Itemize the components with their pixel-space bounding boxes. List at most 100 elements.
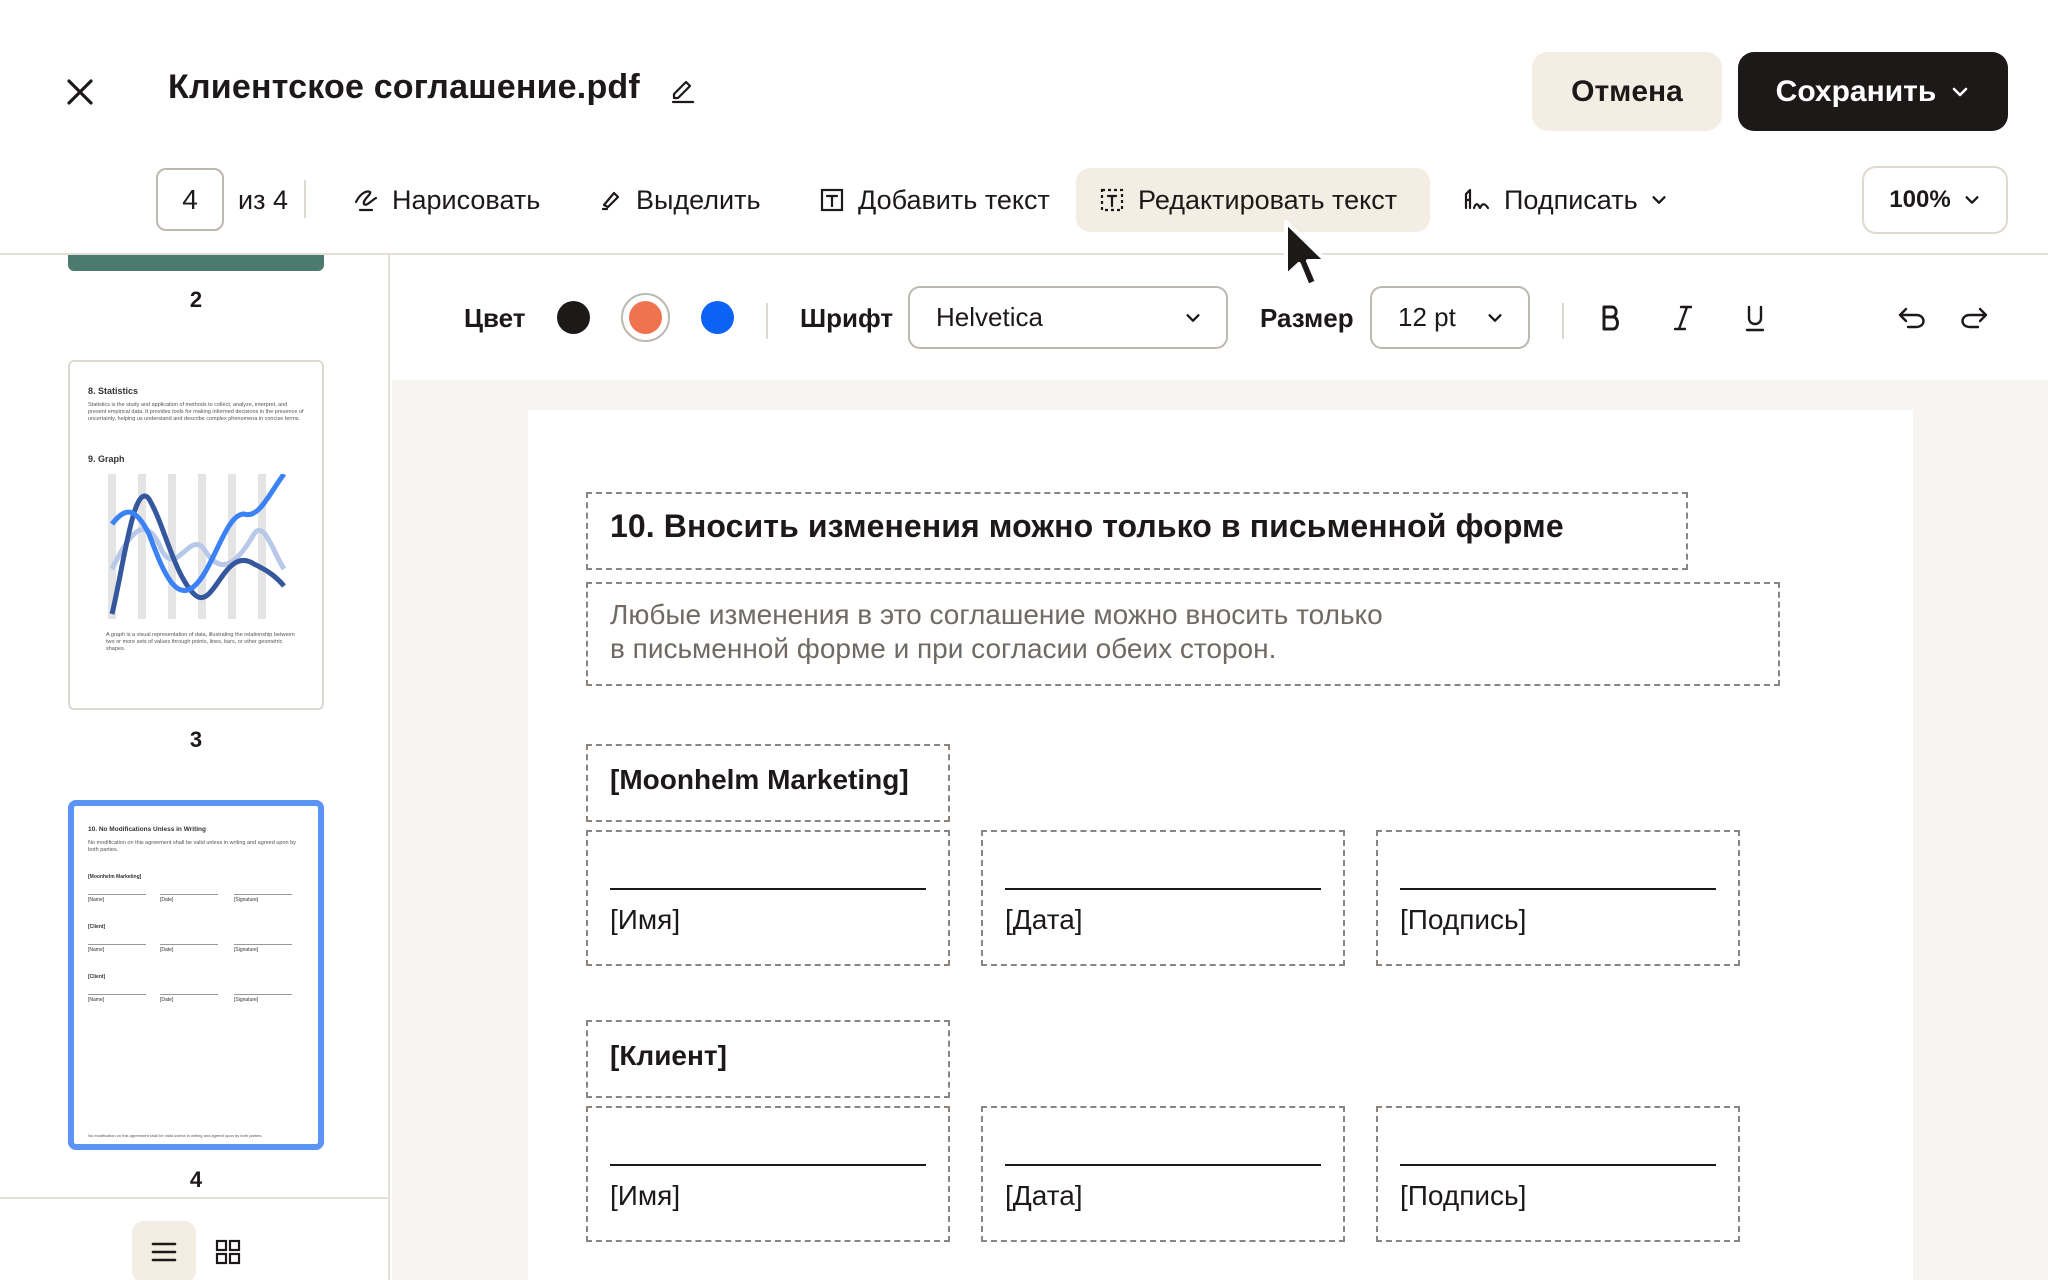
party-name-text-box[interactable]: [Moonhelm Marketing] bbox=[586, 744, 950, 822]
font-select[interactable]: Helvetica bbox=[908, 286, 1228, 349]
date-field-box[interactable]: [Дата] bbox=[981, 830, 1345, 966]
font-size-value: 12 pt bbox=[1398, 302, 1456, 332]
date-field-box[interactable]: [Дата] bbox=[981, 1106, 1345, 1242]
thumbnail-party: [Client] bbox=[88, 974, 106, 980]
thumbnail-line bbox=[88, 894, 146, 895]
date-label: [Дата] bbox=[1005, 904, 1083, 935]
thumbnail-line bbox=[160, 994, 218, 995]
page-thumbnail-3[interactable]: 8. Statistics Statistics is the study an… bbox=[68, 360, 324, 710]
sign-tool-label: Подписать bbox=[1504, 184, 1638, 215]
text-format-bar: Цвет Шрифт Helvetica Размер 12 pt bbox=[392, 255, 2048, 380]
redo-button[interactable] bbox=[1951, 295, 1997, 341]
close-button[interactable] bbox=[58, 70, 102, 114]
size-label: Размер bbox=[1260, 303, 1354, 333]
color-swatch-blue[interactable] bbox=[701, 301, 734, 334]
undo-icon bbox=[1898, 307, 1925, 329]
thumbnail-line bbox=[88, 944, 146, 945]
thumbnail-label: [Signature] bbox=[234, 897, 259, 903]
cancel-button[interactable]: Отмена bbox=[1532, 52, 1722, 131]
save-button[interactable]: Сохранить bbox=[1738, 52, 2008, 131]
zoom-select[interactable]: 100% bbox=[1862, 166, 2008, 234]
grid-view-button[interactable] bbox=[196, 1221, 260, 1280]
close-icon bbox=[67, 79, 93, 105]
body-line: Любые изменения в это соглашение можно в… bbox=[610, 599, 1383, 630]
signature-icon bbox=[1464, 188, 1490, 210]
heading-text-box[interactable]: 10. Вносить изменения можно только в пис… bbox=[586, 492, 1688, 570]
format-bar-divider bbox=[766, 303, 768, 339]
thumbnail-text: A graph is a visual representation of da… bbox=[106, 632, 295, 652]
signature-line bbox=[1005, 888, 1321, 890]
thumbnail-label: [Name] bbox=[88, 947, 105, 953]
draw-icon bbox=[354, 190, 378, 212]
font-select-value: Helvetica bbox=[936, 302, 1043, 332]
highlight-tool[interactable]: Выделить bbox=[576, 168, 783, 232]
signature-line bbox=[1400, 888, 1716, 890]
add-text-icon bbox=[820, 188, 844, 212]
thumbnail-graph-illustration bbox=[108, 474, 287, 619]
chevron-down-icon bbox=[1965, 196, 1979, 204]
page-thumbnail-2[interactable] bbox=[68, 255, 324, 271]
thumbnail-line bbox=[160, 944, 218, 945]
add-text-tool-label: Добавить текст bbox=[858, 184, 1050, 215]
edit-text-tool[interactable]: Редактировать текст bbox=[1076, 168, 1430, 232]
thumbnail-label: [Name] bbox=[88, 897, 105, 903]
document-title: Клиентское соглашение.pdf bbox=[168, 68, 640, 106]
underline-button[interactable] bbox=[1732, 295, 1778, 341]
color-swatch-black[interactable] bbox=[557, 301, 590, 334]
header: Клиентское соглашение.pdf Отмена Сохрани… bbox=[0, 0, 2048, 234]
undo-button[interactable] bbox=[1889, 295, 1935, 341]
bold-icon bbox=[1602, 305, 1619, 331]
thumbnail-text: No modification on this agreement shall … bbox=[88, 840, 296, 853]
section-heading: 10. Вносить изменения можно только в пис… bbox=[610, 508, 1564, 544]
italic-button[interactable] bbox=[1660, 295, 1706, 341]
body-text-box[interactable]: Любые изменения в это соглашение можно в… bbox=[586, 582, 1780, 686]
thumbnail-label: [Date] bbox=[160, 897, 174, 903]
color-label: Цвет bbox=[464, 303, 526, 333]
draw-tool[interactable]: Нарисовать bbox=[330, 168, 562, 232]
bold-button[interactable] bbox=[1588, 295, 1634, 341]
thumbnail-label: [Signature] bbox=[234, 997, 259, 1003]
name-label: [Имя] bbox=[610, 1180, 681, 1211]
name-field-box[interactable]: [Имя] bbox=[586, 1106, 950, 1242]
thumbnail-heading: 8. Statistics bbox=[88, 386, 139, 396]
grid-icon bbox=[215, 1239, 241, 1265]
edit-text-icon bbox=[1100, 188, 1124, 212]
thumbnail-party: [Moonhelm Marketing] bbox=[88, 874, 142, 880]
signature-line bbox=[610, 888, 926, 890]
signature-label: [Подпись] bbox=[1400, 1180, 1527, 1211]
party-name-text-box[interactable]: [Клиент] bbox=[586, 1020, 950, 1098]
add-text-tool[interactable]: Добавить текст bbox=[796, 168, 1072, 232]
signature-field-box[interactable]: [Подпись] bbox=[1376, 1106, 1740, 1242]
save-button-label: Сохранить bbox=[1775, 74, 1937, 108]
edit-text-tool-label: Редактировать текст bbox=[1138, 184, 1398, 215]
name-label: [Имя] bbox=[610, 904, 681, 935]
chevron-down-icon bbox=[1652, 196, 1666, 204]
sign-tool[interactable]: Подписать bbox=[1440, 168, 1690, 232]
name-field-box[interactable]: [Имя] bbox=[586, 830, 950, 966]
list-icon bbox=[151, 1242, 177, 1262]
page-number-input[interactable]: 4 bbox=[156, 168, 224, 231]
page-thumbnail-4[interactable]: 10. No Modifications Unless in Writing N… bbox=[68, 800, 324, 1150]
document-page: 10. Вносить изменения можно только в пис… bbox=[528, 410, 1913, 1280]
font-label: Шрифт bbox=[800, 303, 894, 333]
party-name: [Moonhelm Marketing] bbox=[610, 764, 909, 795]
color-swatch-orange[interactable] bbox=[629, 301, 662, 334]
document-editor: Цвет Шрифт Helvetica Размер 12 pt 10. Вн… bbox=[392, 255, 2048, 1280]
thumbnail-text: Statistics is the study and application … bbox=[88, 402, 304, 422]
page-count: из 4 bbox=[238, 185, 288, 215]
thumbnail-heading: 9. Graph bbox=[88, 454, 125, 464]
page-thumbnail-number: 4 bbox=[189, 1167, 203, 1192]
sidebar-view-switcher bbox=[0, 1197, 388, 1280]
italic-icon bbox=[1673, 305, 1693, 331]
zoom-value: 100% bbox=[1889, 186, 1951, 213]
thumbnail-footer: No modification on this agreement shall … bbox=[88, 1133, 263, 1138]
thumbnail-label: [Date] bbox=[160, 947, 174, 953]
chevron-down-icon bbox=[1488, 313, 1502, 322]
signature-field-box[interactable]: [Подпись] bbox=[1376, 830, 1740, 966]
font-size-select[interactable]: 12 pt bbox=[1370, 286, 1530, 349]
list-view-button[interactable] bbox=[132, 1221, 196, 1280]
pencil-icon[interactable] bbox=[668, 76, 698, 106]
redo-icon bbox=[1961, 307, 1988, 329]
date-label: [Дата] bbox=[1005, 1180, 1083, 1211]
thumbnail-line bbox=[234, 944, 292, 945]
